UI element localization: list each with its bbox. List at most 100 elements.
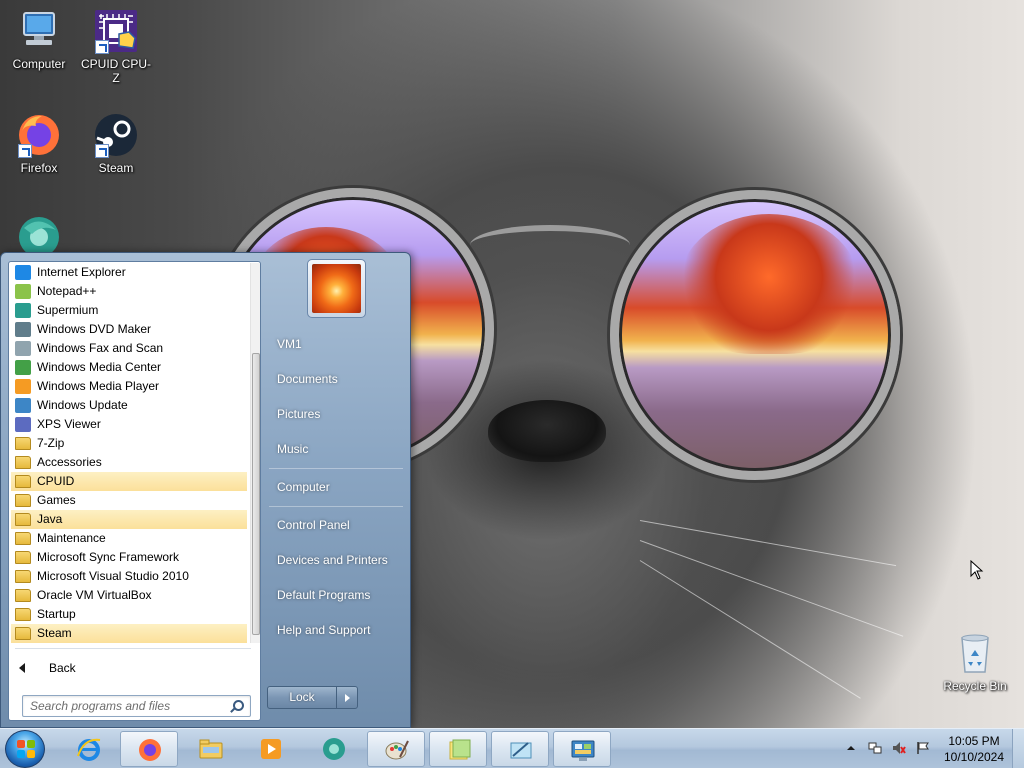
program-item[interactable]: XPS Viewer [11, 415, 247, 434]
shutdown-options-button[interactable] [336, 686, 358, 709]
program-list-scrollbar[interactable] [250, 263, 260, 643]
program-label: Notepad++ [37, 284, 97, 298]
ie-icon [15, 265, 31, 280]
program-item[interactable]: Windows Media Center [11, 358, 247, 377]
cat-nose [488, 400, 606, 462]
program-item[interactable]: Internet Explorer [11, 263, 247, 282]
start-menu-control-panel[interactable]: Control Panel [269, 512, 405, 538]
control-panel-icon [571, 740, 595, 761]
user-picture[interactable] [307, 259, 366, 318]
volume-muted-icon[interactable] [892, 741, 906, 755]
shortcut-arrow-icon [95, 144, 109, 158]
start-menu-devices-printers[interactable]: Devices and Printers [269, 547, 405, 573]
taskbar-control-panel[interactable] [553, 731, 611, 767]
search-box[interactable] [22, 695, 251, 717]
program-label: Supermium [37, 303, 99, 317]
clock-date[interactable]: 10/10/2024 [940, 750, 1008, 764]
desktop-icon-cpuz[interactable]: CPUID CPU-Z [80, 8, 152, 85]
program-item[interactable]: Supermium [11, 301, 247, 320]
supermium-icon [323, 738, 345, 760]
shortcut-arrow-icon [18, 144, 32, 158]
taskbar-sticky-notes[interactable] [429, 731, 487, 767]
program-item[interactable]: Windows Fax and Scan [11, 339, 247, 358]
taskbar: 10:05 PM 10/10/2024 [0, 728, 1024, 768]
back-button[interactable]: Back [19, 659, 249, 677]
scrollbar-thumb[interactable] [252, 353, 260, 635]
search-input[interactable] [23, 696, 223, 716]
desktop-icon-recycle-bin[interactable]: Recycle Bin [939, 630, 1011, 693]
taskbar-internet-explorer[interactable] [60, 731, 118, 767]
program-item[interactable]: Notepad++ [11, 282, 247, 301]
desktop-icon-label: CPUID CPU-Z [80, 57, 151, 85]
folder-icon [15, 627, 31, 640]
search-icon[interactable] [233, 700, 244, 711]
desktop-icon-firefox[interactable]: Firefox [3, 112, 75, 175]
program-folder[interactable]: Maintenance [11, 529, 247, 548]
start-menu-default-programs[interactable]: Default Programs [269, 582, 405, 608]
program-folder[interactable]: Microsoft Sync Framework [11, 548, 247, 567]
shortcut-arrow-icon [95, 40, 109, 54]
start-menu-documents[interactable]: Documents [269, 366, 405, 392]
media-player-icon [261, 739, 281, 759]
start-menu: Internet Explorer Notepad++ Supermium Windo… [0, 252, 411, 728]
program-item[interactable]: Windows Media Player [11, 377, 247, 396]
show-hidden-icons-icon[interactable] [844, 741, 858, 755]
program-label: Oracle VM VirtualBox [37, 588, 152, 602]
program-folder[interactable]: Accessories [11, 453, 247, 472]
program-folder[interactable]: Games [11, 491, 247, 510]
program-folder[interactable]: CPUID [11, 472, 247, 491]
program-label: XPS Viewer [37, 417, 101, 431]
program-label: Microsoft Sync Framework [37, 550, 180, 564]
start-menu-computer[interactable]: Computer [269, 474, 405, 500]
program-folder[interactable]: Microsoft Visual Studio 2010 [11, 567, 247, 586]
start-button[interactable] [5, 730, 45, 768]
xps-viewer-icon [15, 417, 31, 432]
desktop-icon-label: Computer [12, 57, 66, 71]
folder-icon [15, 437, 31, 450]
desktop-icon-label: Firefox [20, 161, 58, 175]
network-icon[interactable] [868, 741, 882, 755]
start-menu-help-support[interactable]: Help and Support [269, 617, 405, 643]
back-label: Back [49, 661, 76, 675]
windows-logo-icon [17, 740, 35, 758]
internet-explorer-icon [77, 738, 101, 761]
desktop-icon-steam[interactable]: Steam [80, 112, 152, 175]
program-folder[interactable]: Steam [11, 624, 247, 643]
lock-button[interactable]: Lock [267, 686, 337, 709]
program-folder[interactable]: 7-Zip [11, 434, 247, 453]
program-label: CPUID [37, 474, 75, 488]
taskbar-supermium[interactable] [305, 731, 363, 767]
program-label: Internet Explorer [37, 265, 126, 279]
snipping-tool-icon [510, 742, 532, 759]
clock-time[interactable]: 10:05 PM [940, 734, 1008, 748]
taskbar-snipping-tool[interactable] [491, 731, 549, 767]
sticky-notes-icon [449, 739, 471, 760]
desktop-icon-computer[interactable]: Computer [3, 8, 75, 71]
program-label: Steam [37, 626, 72, 640]
taskbar-firefox[interactable] [120, 731, 178, 767]
taskbar-media-player[interactable] [242, 731, 300, 767]
start-menu-user[interactable]: VM1 [269, 331, 405, 357]
program-folder[interactable]: Java [11, 510, 247, 529]
computer-icon [16, 8, 62, 54]
show-desktop-button[interactable] [1012, 729, 1024, 768]
desktop-icon-label: Steam [98, 161, 134, 175]
action-center-flag-icon[interactable] [916, 741, 930, 755]
program-label: Microsoft Visual Studio 2010 [37, 569, 189, 583]
taskbar-paint[interactable] [367, 731, 425, 767]
program-item[interactable]: Windows Update [11, 396, 247, 415]
start-menu-pictures[interactable]: Pictures [269, 401, 405, 427]
start-menu-music[interactable]: Music [269, 436, 405, 462]
fax-scan-icon [15, 341, 31, 356]
program-item[interactable]: Windows DVD Maker [11, 320, 247, 339]
right-glasses-lens [610, 190, 900, 480]
steam-icon [93, 112, 139, 158]
dvd-maker-icon [15, 322, 31, 337]
program-folder[interactable]: Startup [11, 605, 247, 624]
taskbar-windows-explorer[interactable] [182, 731, 240, 767]
mouse-cursor-icon [970, 560, 984, 580]
folder-icon [15, 608, 31, 621]
divider [269, 506, 403, 507]
program-folder[interactable]: Oracle VM VirtualBox [11, 586, 247, 605]
recycle-bin-icon [952, 630, 998, 676]
